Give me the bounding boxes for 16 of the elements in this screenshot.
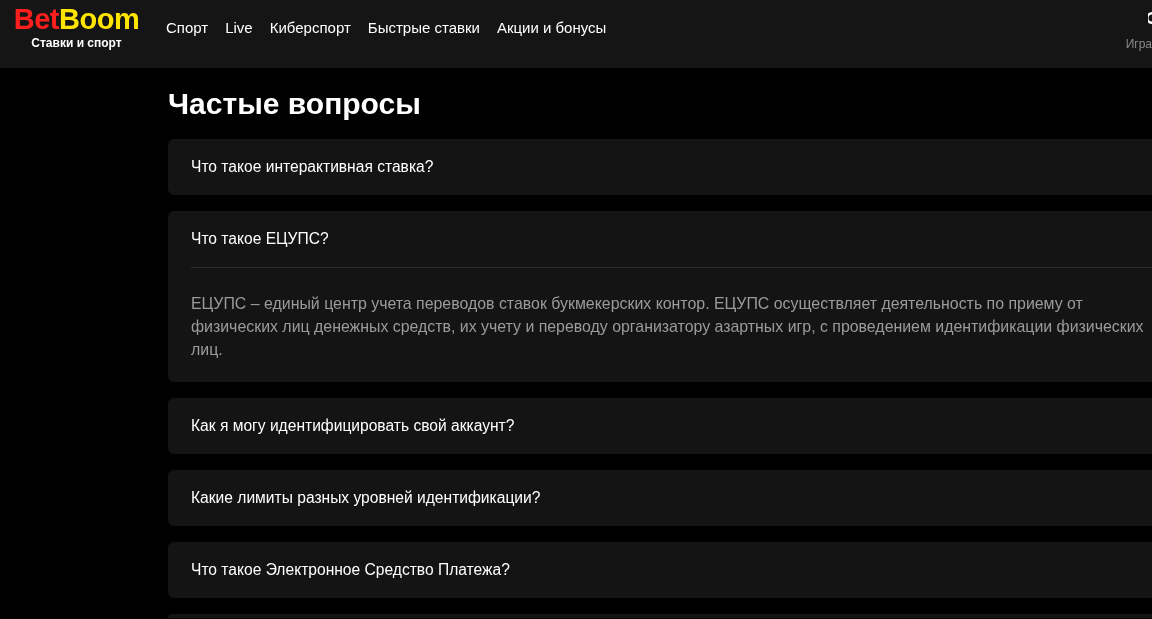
logo-tagline: Ставки и спорт — [31, 36, 122, 50]
arc-icon — [1148, 12, 1152, 24]
faq-question[interactable]: Как я могу идентифицировать свой аккаунт? — [191, 398, 515, 454]
nav-link[interactable]: Быстрые ставки — [367, 19, 480, 37]
nav-link[interactable]: Киберспорт — [269, 19, 351, 37]
faq-question[interactable]: Что такое интерактивная ставка? — [191, 139, 434, 195]
nav-link[interactable]: Спорт — [166, 19, 209, 37]
nav-link[interactable]: Live — [225, 19, 253, 37]
logo[interactable]: BetBoom — [13, 4, 140, 34]
faq-question[interactable]: Что такое ЕЦУПС? — [191, 211, 329, 267]
account-hint: Игра — [1125, 37, 1152, 51]
page-title: Частые вопросы — [168, 86, 421, 122]
faq-answer: ЕЦУПС – единый центр учета переводов ставок букмекерских контор. ЕЦУПС осуществляет деятельность по приему от физических лиц денежных средств, их учету и переводу организатору азартных игр, с проведением идентификации физических лиц. — [191, 294, 1145, 360]
nav-link[interactable]: Акции и бонусы — [496, 19, 607, 37]
faq-question[interactable]: Какие лимиты разных уровней идентификации? — [191, 470, 541, 526]
faq-question[interactable]: Что такое Электронное Средство Платежа? — [191, 542, 510, 598]
